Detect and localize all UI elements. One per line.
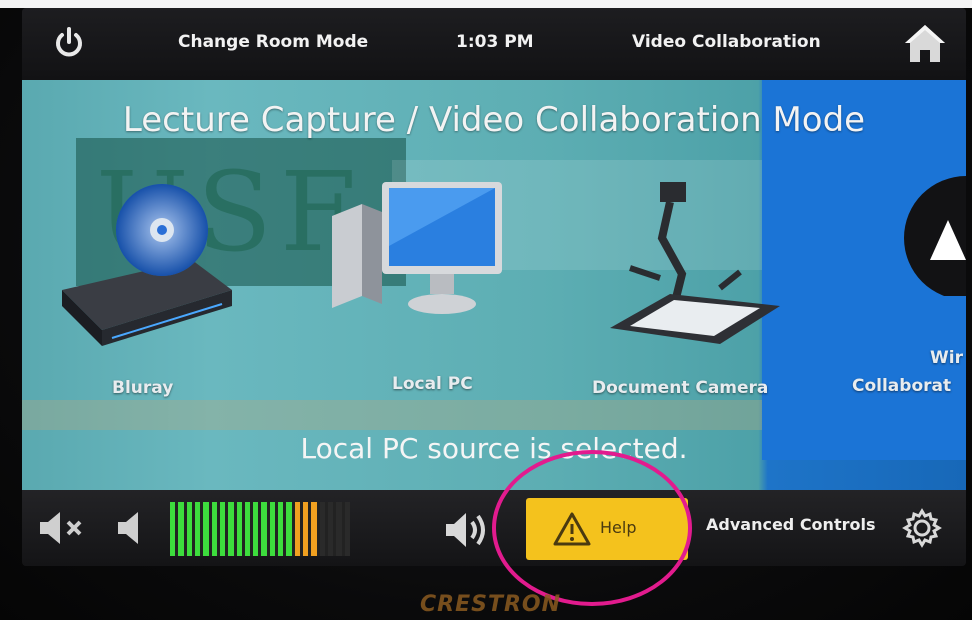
volume-meter-segment [228, 502, 234, 556]
mode-title: Lecture Capture / Video Collaboration Mo… [122, 100, 866, 140]
source-label: Bluray [112, 378, 174, 398]
touch-screen: Change Room Mode 1:03 PM Video Collabora… [22, 8, 966, 566]
volume-meter-segment [211, 502, 217, 556]
volume-meter-segment [269, 502, 276, 556]
volume-meter-segment [186, 502, 192, 556]
bezel-edge [0, 0, 972, 8]
power-button[interactable] [52, 26, 86, 60]
power-icon [56, 27, 82, 57]
volume-meter-segment [236, 502, 242, 556]
advanced-settings-button[interactable] [902, 508, 942, 548]
current-mode-label: Video Collaboration [632, 32, 821, 52]
highlight-annotation-circle [492, 450, 692, 606]
volume-meter-segment [170, 502, 176, 556]
volume-meter-segment [303, 502, 309, 556]
desktop-computer-icon [332, 182, 502, 314]
volume-meter-segment [178, 502, 184, 556]
crestron-logo: CRESTRON [420, 592, 562, 617]
source-document-camera[interactable]: Document Camera [590, 178, 790, 408]
source-label-line2: Collaborat [852, 376, 952, 396]
change-room-mode-button[interactable]: Change Room Mode [178, 32, 368, 52]
clock: 1:03 PM [456, 32, 534, 52]
bluray-player-icon [62, 184, 232, 346]
volume-meter-segment [286, 502, 292, 556]
source-status-message: Local PC source is selected. [300, 432, 688, 465]
mute-button[interactable] [36, 510, 88, 550]
volume-meter-segment [253, 502, 259, 556]
volume-meter-segment [336, 502, 342, 556]
mute-icon [40, 512, 82, 544]
source-label: Wir [930, 348, 963, 368]
document-camera-icon [610, 182, 780, 344]
touch-panel-frame: Change Room Mode 1:03 PM Video Collabora… [0, 0, 972, 620]
volume-meter-segment [203, 502, 209, 556]
source-label: Local PC [392, 374, 473, 394]
source-label: Document Camera [592, 378, 769, 398]
top-bar: Change Room Mode 1:03 PM Video Collabora… [22, 8, 966, 80]
volume-meter-segment [278, 502, 284, 556]
volume-meter-segment [244, 502, 251, 556]
volume-meter-segment [311, 502, 317, 556]
volume-down-button[interactable] [114, 510, 144, 550]
source-local-pc[interactable]: Local PC [322, 176, 512, 408]
source-wireless-collaboration[interactable]: Wir Collaborat [850, 176, 966, 408]
volume-meter [170, 502, 350, 556]
home-button[interactable] [902, 22, 948, 64]
source-selection-area: USF Lecture Capture / Video Collaboratio… [22, 80, 966, 490]
volume-meter-segment [219, 502, 226, 556]
advanced-controls-button[interactable]: Advanced Controls [706, 515, 875, 534]
source-bluray[interactable]: Bluray [42, 180, 242, 410]
wireless-icon [904, 176, 966, 296]
volume-up-button[interactable] [442, 510, 490, 554]
volume-meter-segment [344, 502, 350, 556]
home-icon [905, 25, 945, 62]
volume-meter-segment [294, 502, 300, 556]
volume-up-icon [446, 513, 485, 547]
volume-meter-segment [327, 502, 334, 556]
gear-icon [902, 508, 942, 548]
volume-down-icon [118, 512, 138, 544]
volume-meter-segment [319, 502, 325, 556]
volume-meter-segment [261, 502, 267, 556]
volume-meter-segment [194, 502, 201, 556]
